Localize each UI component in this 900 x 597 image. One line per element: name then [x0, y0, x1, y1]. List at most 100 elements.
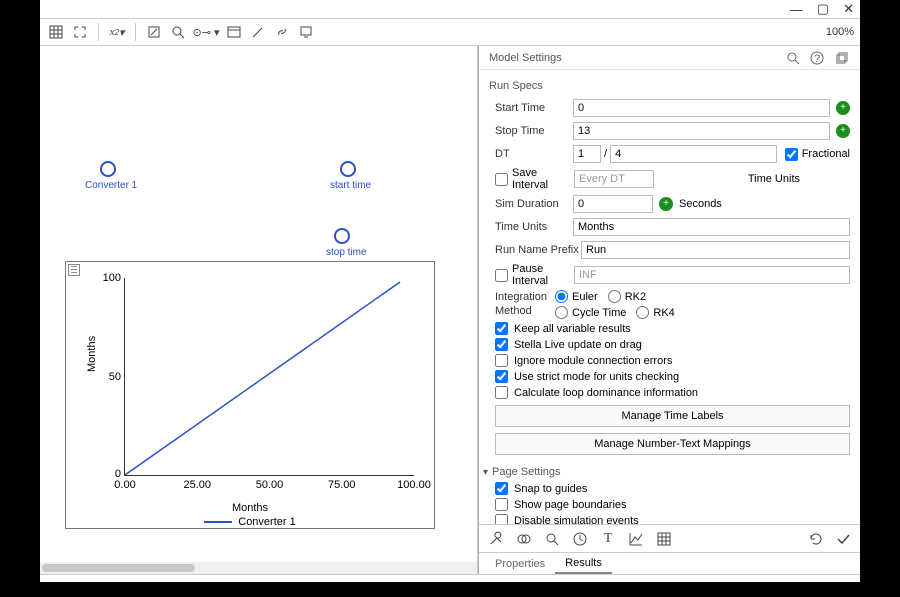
page-settings-disclosure[interactable]: Page Settings: [483, 466, 850, 478]
tab-results[interactable]: Results: [555, 554, 612, 574]
canvas-horizontal-scrollbar[interactable]: [40, 562, 477, 574]
radio-euler[interactable]: Euler: [555, 290, 598, 303]
monitor-icon[interactable]: [296, 22, 316, 42]
wrench-icon[interactable]: [485, 528, 507, 550]
main-area: Converter 1 start time stop time 100 50 …: [40, 46, 860, 574]
save-interval-checkbox[interactable]: [495, 173, 508, 186]
dt-label: DT: [495, 148, 573, 160]
panel-header: Model Settings ?: [479, 46, 860, 70]
svg-text:?: ?: [814, 53, 820, 65]
time-units-label: Time Units: [495, 221, 573, 233]
grid-icon[interactable]: [46, 22, 66, 42]
strict-units-checkbox[interactable]: Use strict mode for units checking: [495, 370, 850, 383]
ignore-module-checkbox[interactable]: Ignore module connection errors: [495, 354, 850, 367]
panel-toolbar: T: [479, 524, 860, 552]
chart-frame[interactable]: 100 50 0 0.00 25.00 50.00 75.00 100.00 M…: [65, 261, 435, 529]
confirm-icon[interactable]: [832, 528, 854, 550]
manage-time-labels-button[interactable]: Manage Time Labels: [495, 405, 850, 427]
ytick-100: 100: [103, 272, 121, 284]
panel-body[interactable]: Run Specs Start Time + Stop Time + DT /: [479, 70, 860, 524]
page-boundaries-checkbox[interactable]: Show page boundaries: [495, 498, 850, 511]
titlebar: — ▢ ✕: [40, 0, 860, 18]
radio-rk4[interactable]: RK4: [636, 306, 674, 319]
time-units-inline-label: Time Units: [748, 173, 800, 185]
clock-icon[interactable]: [569, 528, 591, 550]
xtick-0: 0.00: [114, 479, 135, 491]
node-converter1[interactable]: [100, 161, 116, 177]
fractional-checkbox[interactable]: [785, 148, 798, 161]
sim-duration-input[interactable]: [573, 195, 653, 213]
chart-icon[interactable]: [625, 528, 647, 550]
edit-icon[interactable]: [144, 22, 164, 42]
node-start-time[interactable]: [340, 161, 356, 177]
search-icon[interactable]: [784, 49, 802, 67]
flow-icon[interactable]: ⊙⊸ ▾: [192, 22, 220, 42]
radio-cycle-time[interactable]: Cycle Time: [555, 306, 626, 319]
ytick-50: 50: [109, 371, 121, 383]
time-units-input[interactable]: [573, 218, 850, 236]
x-axis-label: Months: [66, 502, 434, 514]
chart-plot-area: 100 50 0 0.00 25.00 50.00 75.00 100.00: [124, 278, 414, 476]
snap-guides-checkbox[interactable]: Snap to guides: [495, 482, 850, 495]
statusbar: [40, 574, 860, 582]
panel-tabs: Properties Results: [479, 552, 860, 574]
xtick-100: 100.00: [397, 479, 431, 491]
magnify-icon[interactable]: [168, 22, 188, 42]
fractional-label: Fractional: [802, 148, 850, 160]
main-toolbar: x2 ▾ ⊙⊸ ▾ 100%: [40, 18, 860, 46]
node-start-time-label: start time: [330, 180, 371, 191]
expand-icon[interactable]: [70, 22, 90, 42]
save-interval-input: [574, 170, 654, 188]
stop-time-input[interactable]: [573, 122, 830, 140]
dt-den-input[interactable]: [610, 145, 777, 163]
zoom-level[interactable]: 100%: [826, 26, 854, 38]
undo-icon[interactable]: [804, 528, 826, 550]
chart-legend: Converter 1: [66, 516, 434, 528]
overlap-icon[interactable]: [513, 528, 535, 550]
stop-time-label: Stop Time: [495, 125, 573, 137]
tab-properties[interactable]: Properties: [485, 555, 555, 573]
start-time-plus-icon[interactable]: +: [836, 101, 850, 115]
link-icon[interactable]: [272, 22, 292, 42]
popout-icon[interactable]: [832, 49, 850, 67]
start-time-input[interactable]: [573, 99, 830, 117]
chart-series-line: [125, 278, 414, 475]
xtick-50: 50.00: [256, 479, 284, 491]
maximize-button[interactable]: ▢: [817, 1, 829, 17]
radio-rk2[interactable]: RK2: [608, 290, 646, 303]
node-stop-time[interactable]: [334, 228, 350, 244]
dt-num-input[interactable]: [573, 145, 601, 163]
loop-dominance-checkbox[interactable]: Calculate loop dominance information: [495, 386, 850, 399]
chart-menu-icon[interactable]: [68, 264, 80, 276]
stop-time-plus-icon[interactable]: +: [836, 124, 850, 138]
zoom-icon[interactable]: [541, 528, 563, 550]
run-name-prefix-label: Run Name Prefix: [495, 244, 581, 256]
start-time-label: Start Time: [495, 102, 573, 114]
equation-icon[interactable]: x2 ▾: [107, 22, 127, 42]
pause-interval-checkbox[interactable]: [495, 269, 508, 282]
integration-method-label: Integration Method: [495, 290, 555, 319]
node-stop-time-label: stop time: [326, 247, 367, 258]
text-icon[interactable]: T: [597, 528, 619, 550]
panel-title: Model Settings: [489, 52, 562, 64]
sim-duration-unit: Seconds: [679, 198, 722, 210]
table-icon[interactable]: [653, 528, 675, 550]
window-icon[interactable]: [224, 22, 244, 42]
model-canvas[interactable]: Converter 1 start time stop time 100 50 …: [40, 46, 478, 574]
minimize-button[interactable]: —: [790, 2, 803, 17]
app-window: — ▢ ✕ x2 ▾ ⊙⊸ ▾ 100% Converter 1 start t…: [40, 0, 860, 582]
run-name-prefix-input[interactable]: [581, 241, 850, 259]
properties-panel: Model Settings ? Run Specs Start Time + …: [478, 46, 860, 574]
close-button[interactable]: ✕: [843, 1, 854, 17]
xtick-25: 25.00: [183, 479, 211, 491]
sim-duration-plus-icon[interactable]: +: [659, 197, 673, 211]
manage-number-text-button[interactable]: Manage Number-Text Mappings: [495, 433, 850, 455]
save-interval-label: Save Interval: [512, 167, 574, 191]
y-axis-label: Months: [86, 336, 98, 372]
brush-icon[interactable]: [248, 22, 268, 42]
live-update-checkbox[interactable]: Stella Live update on drag: [495, 338, 850, 351]
run-specs-title: Run Specs: [489, 80, 850, 92]
disable-sim-events-checkbox[interactable]: Disable simulation events: [495, 514, 850, 524]
keep-all-checkbox[interactable]: Keep all variable results: [495, 322, 850, 335]
help-icon[interactable]: ?: [808, 49, 826, 67]
